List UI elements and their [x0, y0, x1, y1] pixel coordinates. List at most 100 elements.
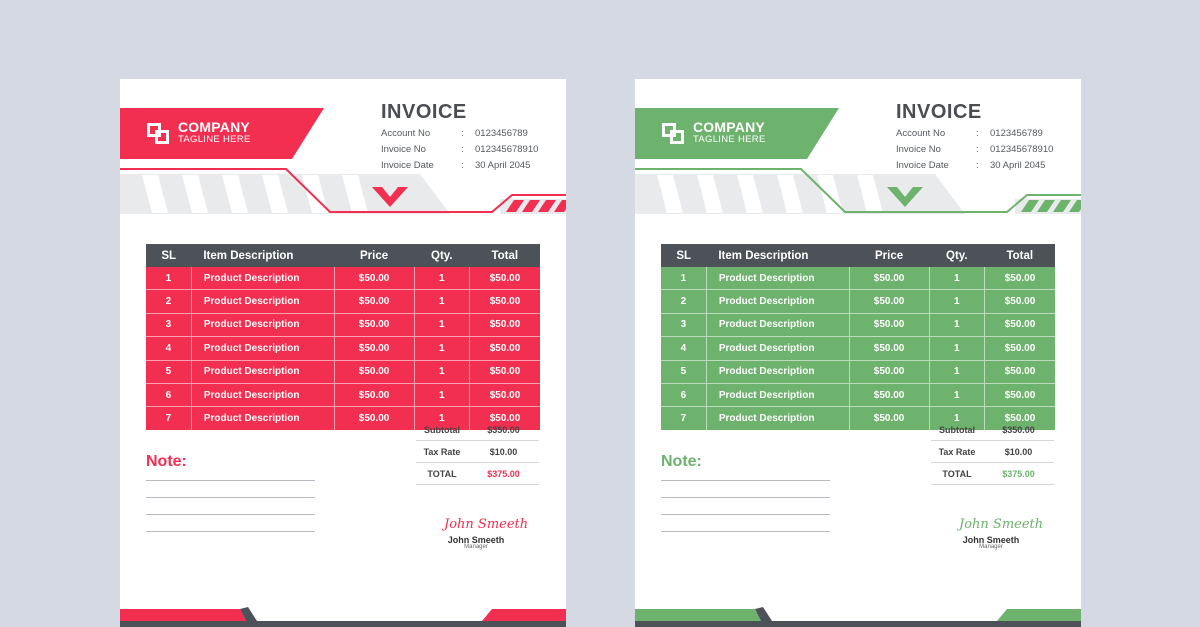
totals-label: Subtotal	[424, 424, 460, 435]
cell-description: Product Description	[190, 360, 335, 384]
cell-price: $50.00	[848, 313, 930, 338]
cell-price: $50.00	[333, 336, 415, 361]
meta-value: 0123456789	[990, 128, 1043, 139]
table-row: 5 Product Description $50.00 1 $50.00	[661, 360, 1055, 384]
column-header-description: Item Description	[191, 244, 335, 267]
squares-logo-icon	[146, 122, 174, 146]
meta-row: Account No:0123456789	[896, 128, 1053, 144]
cell-total: $50.00	[984, 289, 1055, 314]
cell-sl: 6	[146, 383, 192, 408]
cell-description: Product Description	[705, 383, 850, 408]
cell-sl: 3	[146, 313, 192, 338]
table-header-row: SL Item Description Price Qty. Total	[146, 244, 540, 267]
table-row: 2 Product Description $50.00 1 $50.00	[661, 289, 1055, 314]
meta-value: 0123456789	[475, 128, 528, 139]
company-name: COMPANY	[178, 119, 250, 135]
cell-price: $50.00	[848, 383, 930, 408]
cell-sl: 4	[146, 336, 192, 361]
cell-description: Product Description	[190, 406, 335, 431]
company-name: COMPANY	[693, 119, 765, 135]
cell-description: Product Description	[705, 336, 850, 361]
footer-decoration	[635, 607, 1081, 627]
cell-sl: 6	[661, 383, 707, 408]
totals-label: Subtotal	[939, 424, 975, 435]
cell-description: Product Description	[705, 406, 850, 431]
cell-sl: 7	[661, 406, 707, 431]
totals-row: Subtotal $350.00	[416, 419, 539, 441]
cell-price: $50.00	[333, 383, 415, 408]
items-table: SL Item Description Price Qty. Total 1 Product…	[146, 244, 540, 431]
note-line	[661, 480, 830, 481]
totals-block: Subtotal $350.00 Tax Rate $10.00 TOTAL $375.0…	[931, 419, 1054, 485]
cell-qty: 1	[928, 313, 985, 338]
table-row: 4 Product Description $50.00 1 $50.00	[146, 336, 540, 361]
cell-sl: 5	[661, 360, 707, 384]
totals-label: TOTAL	[942, 468, 972, 479]
cell-qty: 1	[413, 313, 470, 338]
column-header-sl: SL	[146, 244, 192, 267]
meta-label: Invoice Date	[896, 160, 949, 171]
table-header-row: SL Item Description Price Qty. Total	[661, 244, 1055, 267]
cell-price: $50.00	[848, 289, 930, 314]
column-header-total: Total	[984, 244, 1055, 267]
cell-qty: 1	[928, 336, 985, 361]
table-row: 5 Product Description $50.00 1 $50.00	[146, 360, 540, 384]
totals-row: Subtotal $350.00	[931, 419, 1054, 441]
totals-row: Tax Rate $10.00	[931, 441, 1054, 463]
company-tagline: TAGLINE HERE	[178, 134, 251, 145]
cell-sl: 3	[661, 313, 707, 338]
cell-price: $50.00	[333, 313, 415, 338]
meta-separator: :	[461, 160, 464, 171]
signer-role: Manager	[464, 544, 488, 550]
note-line	[146, 531, 315, 532]
invoice-title: INVOICE	[896, 101, 982, 123]
cell-qty: 1	[928, 360, 985, 384]
footer-decoration	[120, 607, 566, 627]
signature: John Smeeth	[959, 517, 1044, 532]
cell-price: $50.00	[848, 336, 930, 361]
meta-separator: :	[461, 144, 464, 155]
cell-description: Product Description	[705, 313, 850, 338]
note-line	[661, 531, 830, 532]
meta-separator: :	[976, 160, 979, 171]
cell-price: $50.00	[333, 267, 415, 291]
cell-qty: 1	[413, 336, 470, 361]
invoice-page-green: COMPANY TAGLINE HERE INVOICE Account No:012…	[635, 79, 1081, 627]
items-table: SL Item Description Price Qty. Total 1 Product…	[661, 244, 1055, 431]
totals-value: $10.00	[489, 446, 518, 457]
meta-label: Account No	[896, 128, 946, 139]
meta-value: 30 April 2045	[990, 160, 1046, 171]
cell-sl: 5	[146, 360, 192, 384]
company-logo: COMPANY TAGLINE HERE	[661, 119, 766, 146]
cell-total: $50.00	[469, 313, 540, 338]
meta-separator: :	[461, 128, 464, 139]
meta-label: Invoice No	[381, 144, 426, 155]
cell-qty: 1	[928, 289, 985, 314]
cell-total: $50.00	[469, 289, 540, 314]
cell-total: $50.00	[469, 267, 540, 291]
invoice-meta: Account No:0123456789 Invoice No:01234567…	[381, 128, 538, 176]
cell-sl: 7	[146, 406, 192, 431]
totals-value: $375.00	[487, 468, 520, 479]
table-row: 6 Product Description $50.00 1 $50.00	[661, 383, 1055, 408]
table-row: 3 Product Description $50.00 1 $50.00	[146, 313, 540, 338]
cell-description: Product Description	[190, 313, 335, 338]
meta-row: Invoice Date:30 April 2045	[896, 160, 1053, 176]
meta-label: Invoice Date	[381, 160, 434, 171]
totals-value: $375.00	[1002, 468, 1035, 479]
totals-value: $350.00	[487, 424, 520, 435]
invoice-meta: Account No:0123456789 Invoice No: 01234567…	[896, 128, 1053, 176]
cell-sl: 1	[146, 267, 192, 291]
column-header-qty: Qty.	[414, 244, 470, 267]
totals-value: $350.00	[1002, 424, 1035, 435]
totals-row: Tax Rate $10.00	[416, 441, 539, 463]
column-header-sl: SL	[661, 244, 707, 267]
meta-label: Invoice No	[896, 144, 941, 155]
cell-description: Product Description	[190, 383, 335, 408]
cell-sl: 1	[661, 267, 707, 291]
meta-row: Invoice Date:30 April 2045	[381, 160, 538, 176]
note-line	[146, 514, 315, 515]
signature: John Smeeth	[444, 517, 529, 532]
cell-qty: 1	[928, 383, 985, 408]
totals-block: Subtotal $350.00 Tax Rate $10.00 TOTAL $375.0…	[416, 419, 539, 485]
